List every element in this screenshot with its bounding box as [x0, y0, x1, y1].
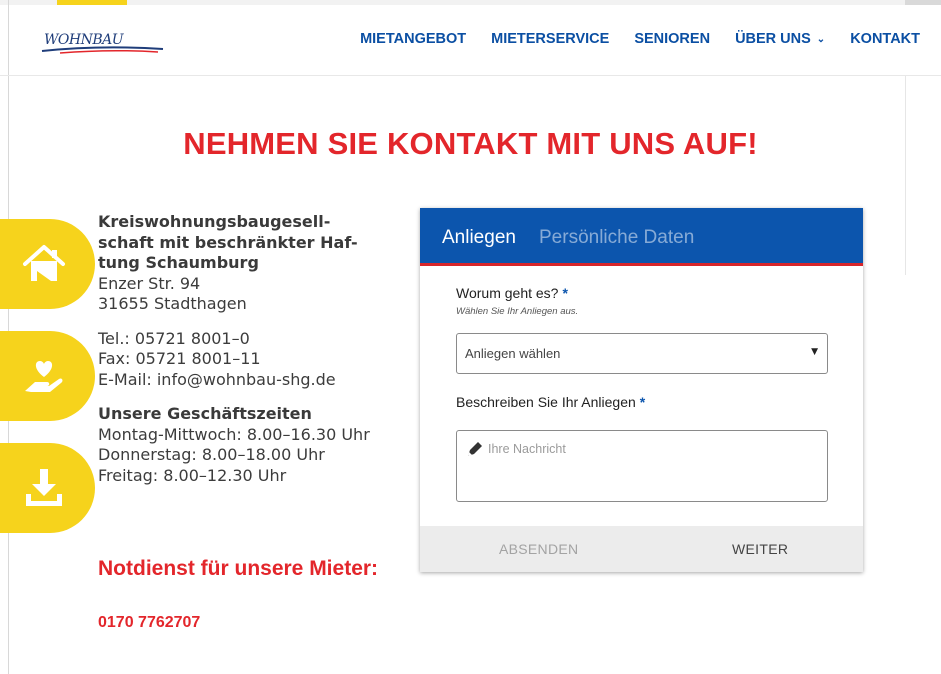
message-label-text: Beschreiben Sie Ihr Anliegen [456, 394, 636, 410]
hours-mon-wed: Montag-Mittwoch: 8.00–16.30 Uhr [98, 424, 370, 444]
company-name-line-3: tung Schaumburg [98, 253, 259, 272]
side-button-download[interactable] [0, 443, 95, 533]
address-city: 31655 Stadthagen [98, 294, 247, 313]
next-button[interactable]: WEITER [732, 541, 788, 557]
pen-icon [468, 442, 482, 456]
send-button[interactable]: ABSENDEN [499, 541, 578, 557]
required-mark: * [562, 285, 568, 301]
hours-thu: Donnerstag: 8.00–18.00 Uhr [98, 445, 325, 464]
topic-select[interactable]: Anliegen wählen ▼ [456, 333, 828, 374]
heart-hand-icon [25, 361, 63, 392]
main-nav: MIETANGEBOT MIETERSERVICE SENIOREN ÜBER … [335, 31, 920, 47]
nav-item-kontakt[interactable]: KONTAKT [850, 31, 920, 47]
contact-form-card: Anliegen Persönliche Daten Worum geht es… [420, 208, 863, 572]
company-name-line-1: Kreiswohnungsbaugesell- [98, 212, 331, 231]
address-street: Enzer Str. 94 [98, 273, 201, 293]
tab-persoenliche-daten[interactable]: Persönliche Daten [539, 227, 694, 249]
home-icon [23, 245, 65, 281]
page-title: NEHMEN SIE KONTAKT MIT UNS AUF! [183, 126, 758, 161]
company-name-line-2: schaft mit beschränkter Haf- [98, 232, 358, 252]
nav-item-ueber-uns-label: ÜBER UNS [735, 31, 811, 47]
required-mark: * [639, 394, 646, 410]
email-address[interactable]: E-Mail: info@wohnbau-shg.de [98, 370, 398, 391]
topic-label-text: Worum geht es? [456, 285, 559, 301]
logo-swoosh-icon [41, 46, 164, 54]
contact-info: Kreiswohnungsbaugesell- schaft mit besch… [98, 212, 398, 486]
form-tabs: Anliegen Persönliche Daten [420, 208, 863, 266]
wohnbau-logo[interactable]: WOHNBAU [40, 30, 165, 58]
topic-select-value: Anliegen wählen [465, 346, 561, 361]
right-edge-line [905, 75, 906, 275]
dropdown-arrow-icon: ▼ [811, 347, 818, 357]
emergency-phone[interactable]: 0170 7762707 [98, 614, 200, 632]
hours-title: Unsere Geschäftszeiten [98, 404, 312, 423]
nav-item-mieterservice[interactable]: MIETERSERVICE [491, 31, 609, 47]
download-icon [26, 469, 62, 506]
message-textarea[interactable]: Ihre Nachricht [456, 430, 828, 502]
side-button-care[interactable] [0, 331, 95, 421]
nav-item-ueber-uns[interactable]: ÜBER UNS ⌄ [735, 31, 825, 47]
nav-item-senioren[interactable]: SENIOREN [634, 31, 710, 47]
tab-anliegen[interactable]: Anliegen [442, 227, 516, 249]
side-button-home[interactable] [0, 219, 95, 309]
form-footer: ABSENDEN WEITER [420, 526, 863, 572]
topic-label: Worum geht es? * [456, 285, 568, 301]
topic-hint: Wählen Sie Ihr Anliegen aus. [456, 306, 579, 317]
chevron-down-icon: ⌄ [816, 34, 826, 45]
nav-item-mietangebot[interactable]: MIETANGEBOT [360, 31, 466, 47]
phone-number: Tel.: 05721 8001–0 [98, 328, 250, 348]
site-header: WOHNBAU MIETANGEBOT MIETERSERVICE SENIOR… [0, 5, 941, 76]
hours-fri: Freitag: 8.00–12.30 Uhr [98, 465, 287, 485]
emergency-title: Notdienst für unsere Mieter: [98, 557, 379, 580]
message-label: Beschreiben Sie Ihr Anliegen * [456, 394, 645, 410]
fax-number: Fax: 05721 8001–11 [98, 349, 261, 368]
message-placeholder: Ihre Nachricht [488, 442, 566, 456]
